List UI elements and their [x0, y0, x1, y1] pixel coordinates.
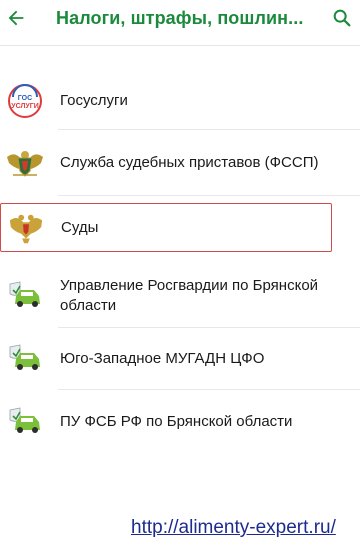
back-button[interactable]	[0, 0, 34, 36]
list-item-courts[interactable]: Суды	[0, 203, 332, 252]
car-shield-icon	[5, 339, 45, 379]
watermark-link[interactable]: http://alimenty-expert.ru/	[131, 517, 336, 539]
svg-text:УСЛУГИ: УСЛУГИ	[11, 103, 39, 110]
list-item-label: ПУ ФСБ РФ по Брянской области	[60, 413, 293, 430]
list-item-label: Служба судебных приставов (ФССП)	[60, 154, 319, 171]
agency-list: ГОС УСЛУГИ Госуслуги Служба судебных при…	[0, 72, 360, 454]
list-item-fssp[interactable]: Служба судебных приставов (ФССП)	[0, 130, 360, 196]
list-item-label: Юго-Западное МУГАДН ЦФО	[60, 350, 265, 367]
list-item-rosgvardia[interactable]: Управление Росгвардии по Брянской област…	[0, 264, 360, 328]
arrow-left-icon	[8, 10, 24, 26]
list-item-fsb[interactable]: ПУ ФСБ РФ по Брянской области	[0, 390, 360, 454]
list-item-label: Госуслуги	[60, 92, 128, 109]
page-title: Налоги, штрафы, пошлин...	[56, 7, 304, 28]
gosuslugi-logo-icon: ГОС УСЛУГИ	[5, 81, 45, 121]
courts-emblem-icon	[6, 208, 46, 248]
list-item-label: Управление Росгвардии по Брянской област…	[60, 277, 319, 314]
list-item-gosuslugi[interactable]: ГОС УСЛУГИ Госуслуги	[0, 72, 360, 130]
car-shield-icon	[5, 402, 45, 442]
row-divider	[58, 195, 360, 196]
app-bar-divider	[0, 45, 360, 46]
car-shield-icon	[5, 276, 45, 316]
app-bar: Налоги, штрафы, пошлин...	[0, 0, 360, 36]
fssp-emblem-icon	[5, 143, 45, 183]
search-button[interactable]	[324, 0, 360, 36]
svg-text:ГОС: ГОС	[18, 95, 32, 102]
search-icon	[333, 9, 351, 27]
list-item-label: Суды	[61, 218, 99, 236]
list-item-mugadn[interactable]: Юго-Западное МУГАДН ЦФО	[0, 328, 360, 390]
